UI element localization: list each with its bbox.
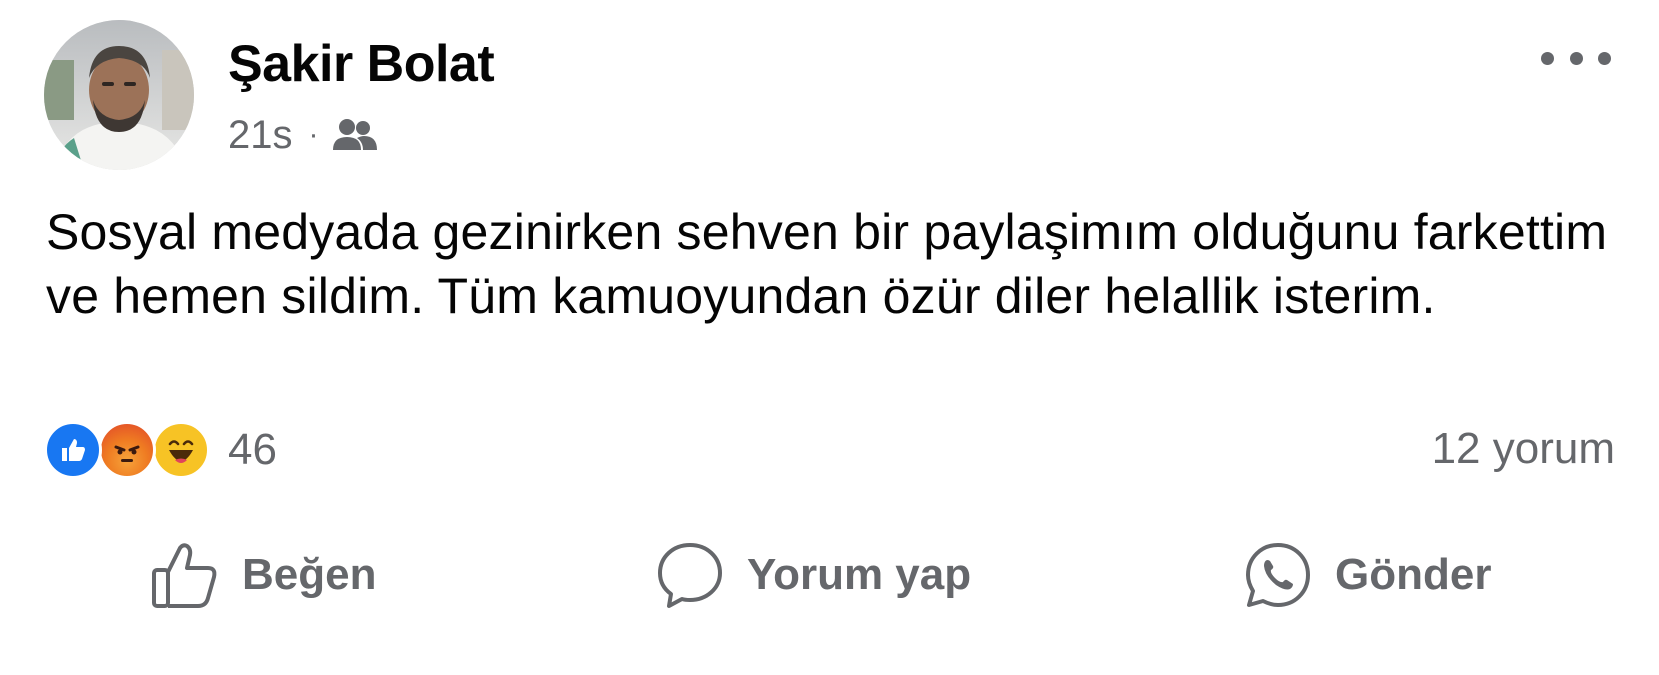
like-button[interactable]: Beğen	[150, 530, 376, 620]
like-reaction-icon	[44, 421, 102, 479]
meta-separator: ·	[308, 118, 319, 151]
reaction-count: 46	[228, 425, 277, 474]
like-label: Beğen	[242, 550, 377, 599]
comment-button[interactable]: Yorum yap	[655, 530, 971, 620]
post-meta: 21s ·	[228, 110, 377, 160]
author-avatar[interactable]	[44, 20, 194, 170]
send-button[interactable]: Gönder	[1243, 530, 1491, 620]
angry-reaction-icon	[98, 421, 156, 479]
author-name[interactable]: Şakir Bolat	[228, 34, 495, 94]
profile-photo-icon	[44, 20, 194, 170]
post-actions: Beğen Yorum yap Gönder	[0, 530, 1659, 620]
whatsapp-icon	[1246, 543, 1310, 607]
more-options-icon[interactable]	[1541, 38, 1611, 78]
send-label: Gönder	[1335, 550, 1492, 599]
post-timestamp[interactable]: 21s	[228, 113, 293, 158]
post-text: Sosyal medyada gezinirken sehven bir pay…	[46, 204, 1608, 324]
comment-label: Yorum yap	[747, 550, 972, 599]
comment-icon	[658, 543, 722, 608]
like-icon	[152, 543, 217, 608]
friends-icon[interactable]	[332, 118, 377, 152]
comment-count[interactable]: 12 yorum	[1432, 424, 1615, 474]
facebook-post: Şakir Bolat 21s · Sosyal medyada gezinir…	[0, 0, 1659, 675]
haha-reaction-icon	[152, 421, 210, 479]
reactions-summary[interactable]: 46	[44, 420, 277, 480]
